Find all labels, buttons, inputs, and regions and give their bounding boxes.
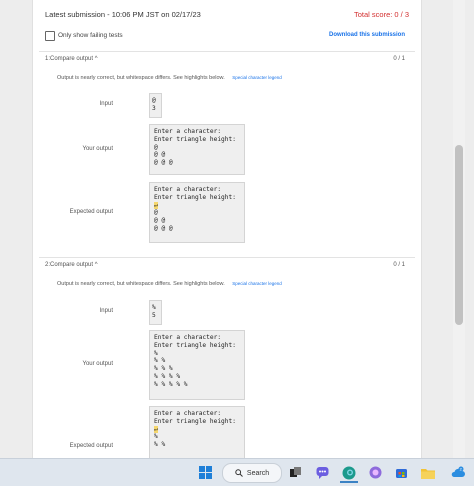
code-line: % bbox=[154, 433, 158, 441]
code-line: @ @ bbox=[154, 151, 166, 159]
submission-header: Latest submission - 10:06 PM JST on 02/1… bbox=[45, 10, 409, 24]
code-line: Enter a character: bbox=[154, 128, 222, 135]
submission-timestamp: Latest submission - 10:06 PM JST on 02/1… bbox=[45, 10, 201, 19]
test-1-expected-box: Enter a character: Enter triangle height:… bbox=[149, 182, 245, 243]
code-line: Enter triangle height: bbox=[154, 135, 236, 143]
code-line: 3 bbox=[152, 104, 156, 112]
search-label: Search bbox=[246, 469, 270, 477]
test-1-your-output-box: Enter a character: Enter triangle height:… bbox=[149, 124, 245, 175]
chat-icon[interactable] bbox=[314, 464, 330, 481]
test-1-message: Output is nearly correct, but whitespace… bbox=[57, 75, 282, 85]
test-1-legend-link[interactable]: Special character legend bbox=[232, 75, 282, 80]
failing-tests-checkbox[interactable] bbox=[45, 31, 55, 41]
code-line: Enter triangle height: bbox=[154, 341, 236, 349]
code-line: % bbox=[154, 349, 158, 357]
test-2-input-box: % 5 bbox=[149, 300, 162, 325]
download-submission-link[interactable]: Download this submission bbox=[329, 32, 405, 38]
code-line: Enter a character: bbox=[154, 334, 222, 341]
code-line: Enter a character: bbox=[154, 186, 222, 193]
code-line: % % % % bbox=[154, 372, 181, 380]
code-line: % bbox=[152, 304, 156, 311]
code-line: @ @ bbox=[154, 217, 166, 225]
store-icon[interactable] bbox=[393, 464, 409, 481]
code-line: @ @ @ bbox=[154, 224, 173, 232]
test-2-message: Output is nearly correct, but whitespace… bbox=[57, 281, 282, 291]
code-line: @ @ @ bbox=[154, 159, 173, 167]
test-1-your-output-label: Your output bbox=[82, 146, 113, 152]
page-background: Latest submission - 10:06 PM JST on 02/1… bbox=[0, 0, 474, 458]
code-line: 5 bbox=[152, 311, 156, 319]
edge-browser-icon[interactable] bbox=[340, 464, 358, 483]
taskbar-search-button[interactable]: Search bbox=[222, 463, 282, 483]
test-1-input-box: @3 bbox=[149, 93, 162, 118]
test-2-title[interactable]: 2:Compare output ^ bbox=[45, 262, 98, 268]
test-2-expected-label: Expected output bbox=[69, 443, 113, 449]
results-panel: Latest submission - 10:06 PM JST on 02/1… bbox=[32, 0, 422, 458]
test-1-message-text: Output is nearly correct, but whitespace… bbox=[57, 75, 225, 81]
test-1-expected-label: Expected output bbox=[69, 209, 113, 215]
code-line: % % % bbox=[154, 365, 173, 373]
code-line: Enter a character: bbox=[154, 410, 222, 417]
code-line: % % % % % bbox=[154, 380, 188, 388]
taskbar: Search 2 bbox=[0, 458, 474, 486]
code-line: Enter triangle height: bbox=[154, 193, 236, 201]
page-scrollbar-thumb[interactable] bbox=[455, 145, 463, 325]
copilot-icon[interactable] bbox=[367, 464, 383, 481]
test-2-your-output-box: Enter a character: Enter triangle height:… bbox=[149, 330, 245, 400]
test-2-your-output-label: Your output bbox=[82, 361, 113, 367]
failing-tests-label[interactable]: Only show failing tests bbox=[58, 32, 123, 39]
total-score: Total score: 0 / 3 bbox=[353, 10, 409, 19]
task-view-icon[interactable] bbox=[288, 464, 302, 481]
code-line-highlighted: ↵ bbox=[154, 201, 240, 210]
newline-highlight: ↵ bbox=[154, 425, 158, 433]
code-line: % % bbox=[154, 357, 166, 365]
code-line: Enter triangle height: bbox=[154, 417, 236, 425]
file-explorer-icon[interactable] bbox=[420, 464, 436, 481]
newline-highlight: ↵ bbox=[154, 201, 158, 209]
test-2-message-text: Output is nearly correct, but whitespace… bbox=[57, 281, 225, 287]
code-line: @ bbox=[154, 209, 158, 217]
search-icon bbox=[235, 469, 243, 477]
test-2-expected-box: Enter a character: Enter triangle height:… bbox=[149, 406, 245, 458]
test-2-input-label: Input bbox=[99, 308, 113, 314]
divider bbox=[39, 51, 415, 52]
code-line: @ bbox=[154, 143, 158, 151]
test-1-header[interactable]: 1:Compare output ^ 0 / 1 bbox=[45, 56, 409, 66]
test-1-title[interactable]: 1:Compare output ^ bbox=[45, 56, 98, 62]
weather-icon[interactable]: 2 bbox=[448, 464, 466, 481]
code-line: @ bbox=[152, 97, 156, 104]
windows-start-icon[interactable] bbox=[196, 464, 214, 481]
test-2-legend-link[interactable]: Special character legend bbox=[232, 281, 282, 286]
test-1-score: 0 / 1 bbox=[393, 56, 405, 62]
filter-row: Only show failing tests Download this su… bbox=[45, 31, 409, 43]
test-1-input-label: Input bbox=[99, 101, 113, 107]
code-line: % % bbox=[154, 441, 166, 449]
divider bbox=[39, 257, 415, 258]
code-line-highlighted: ↵ bbox=[154, 425, 240, 434]
test-2-header[interactable]: 2:Compare output ^ 0 / 1 bbox=[45, 262, 409, 272]
test-2-score: 0 / 1 bbox=[393, 262, 405, 268]
